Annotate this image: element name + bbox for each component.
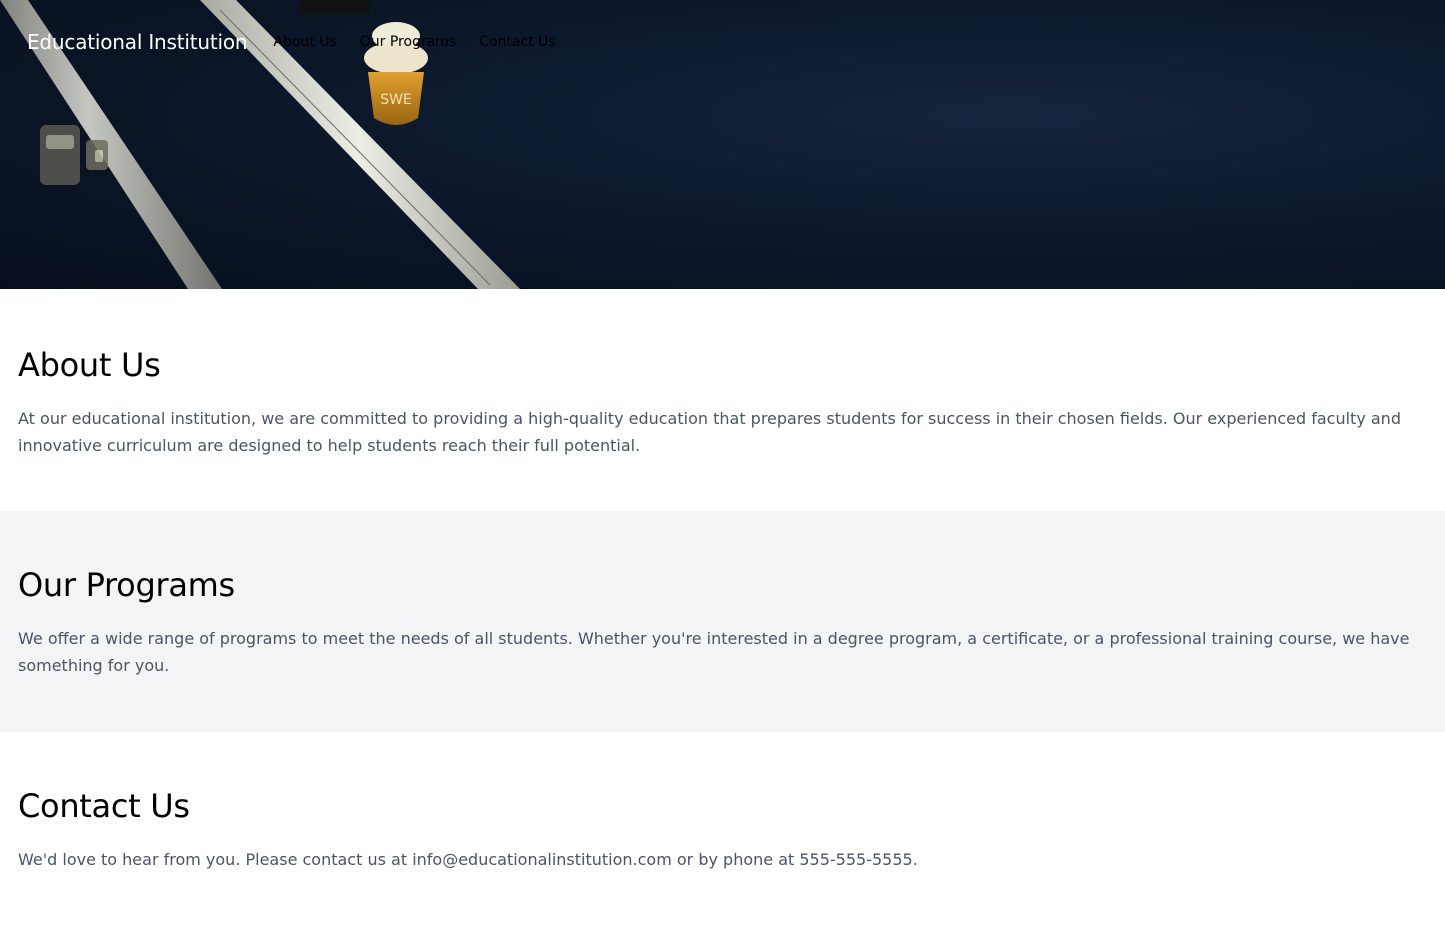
contact-body: We'd love to hear from you. Please conta… [18, 850, 918, 869]
nav-link-programs[interactable]: Our Programs [360, 34, 456, 50]
about-body: At our educational institution, we are c… [18, 409, 1401, 455]
programs-title: Our Programs [18, 566, 235, 604]
nav-link-contact[interactable]: Contact Us [479, 34, 555, 50]
contact-section: Contact Us We'd love to hear from you. P… [0, 732, 1445, 926]
contact-title: Contact Us [18, 787, 190, 825]
site-brand-link[interactable]: Educational Institution [27, 30, 248, 54]
about-title: About Us [18, 346, 161, 384]
programs-section: Our Programs We offer a wide range of pr… [0, 511, 1445, 732]
about-section: About Us At our educational institution,… [0, 289, 1445, 511]
cone-label: SWE [380, 92, 412, 108]
programs-body: We offer a wide range of programs to mee… [18, 629, 1410, 675]
nav-link-about[interactable]: About Us [273, 34, 336, 50]
hero-banner: SWE Educational Institution About Us Our… [0, 0, 1445, 289]
main-nav: Educational Institution About Us Our Pro… [27, 28, 579, 56]
